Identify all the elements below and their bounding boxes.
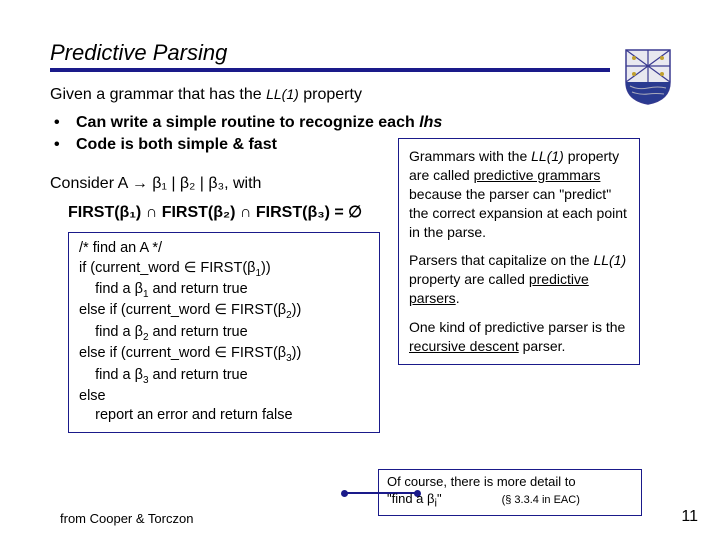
- code-l3: find a β: [79, 281, 143, 297]
- bullet-2: Code is both simple & fast: [50, 136, 670, 154]
- code-l6a: else if (current_word ∈: [79, 345, 231, 361]
- shield-logo: [624, 48, 672, 106]
- intro-line: Given a grammar that has the LL(1) prope…: [50, 86, 670, 104]
- code-l5: find a β: [79, 324, 143, 340]
- p2ll: LL(1): [593, 252, 626, 268]
- code-l7: find a β: [79, 367, 143, 383]
- slide-title: Predictive Parsing: [50, 40, 670, 66]
- p2c: .: [456, 290, 460, 306]
- footer-attribution: from Cooper & Torczon: [60, 511, 193, 526]
- footnote-box: Of course, there is more detail to "find…: [378, 469, 642, 516]
- code-l4d: )): [292, 302, 302, 318]
- pseudocode-box: /* find an A */ if (current_word ∈ FIRST…: [68, 232, 380, 433]
- bullet-1-lhs: lhs: [419, 114, 442, 131]
- bullet-1-text: Can write a simple routine to recognize …: [76, 114, 419, 131]
- code-l3b: and return true: [149, 281, 248, 297]
- bullet-list: Can write a simple routine to recognize …: [50, 114, 670, 154]
- note-ref: (§ 3.3.4 in EAC): [502, 494, 580, 506]
- side-note-box: Grammars with the LL(1) property are cal…: [398, 138, 640, 365]
- p3b: parser.: [519, 338, 566, 354]
- p2a: Parsers that capitalize on the: [409, 252, 593, 268]
- code-l1: /* find an A */: [79, 240, 162, 256]
- title-rule: [50, 68, 610, 72]
- side-p3: One kind of predictive parser is the rec…: [409, 318, 629, 356]
- code-l4a: else if (current_word ∈: [79, 302, 231, 318]
- code-l2d: )): [261, 260, 271, 276]
- note-l2a: "find a β: [387, 491, 435, 506]
- p2b: property are called: [409, 271, 529, 287]
- note-l2b: ": [437, 491, 442, 506]
- code-l8: else: [79, 388, 106, 404]
- code-l6b: FIRST: [231, 345, 273, 361]
- side-p1: Grammars with the LL(1) property are cal…: [409, 147, 629, 241]
- first-sets-line: FIRST(β₁) ∩ FIRST(β₂) ∩ FIRST(β₃) = ∅: [68, 202, 380, 222]
- code-l6c: (β: [273, 345, 286, 361]
- code-l4c: (β: [273, 302, 286, 318]
- note-l1: Of course, there is more detail to: [387, 474, 576, 489]
- page-number: 11: [681, 508, 698, 526]
- p3a: One kind of predictive parser is the: [409, 319, 625, 335]
- side-p2: Parsers that capitalize on the LL(1) pro…: [409, 251, 629, 308]
- code-l6d: )): [292, 345, 302, 361]
- code-l5b: and return true: [149, 324, 248, 340]
- code-l2a: if (current_word ∈: [79, 260, 200, 276]
- intro-prefix: Given a grammar that has the: [50, 86, 266, 103]
- code-l2c: (β: [242, 260, 255, 276]
- code-l7b: and return true: [149, 367, 248, 383]
- consider-line: Consider A → β₁ | β₂ | β₃, with: [50, 172, 380, 196]
- p1u: predictive grammars: [474, 167, 601, 183]
- code-l4b: FIRST: [231, 302, 273, 318]
- code-l2b: FIRST: [200, 260, 242, 276]
- intro-ll1: LL(1): [266, 86, 299, 102]
- code-l9: report an error and return false: [79, 407, 293, 423]
- p3u: recursive descent: [409, 338, 519, 354]
- bullet-1: Can write a simple routine to recognize …: [50, 114, 670, 132]
- intro-suffix: property: [299, 86, 362, 103]
- p1c: because the parser can "predict" the cor…: [409, 186, 627, 240]
